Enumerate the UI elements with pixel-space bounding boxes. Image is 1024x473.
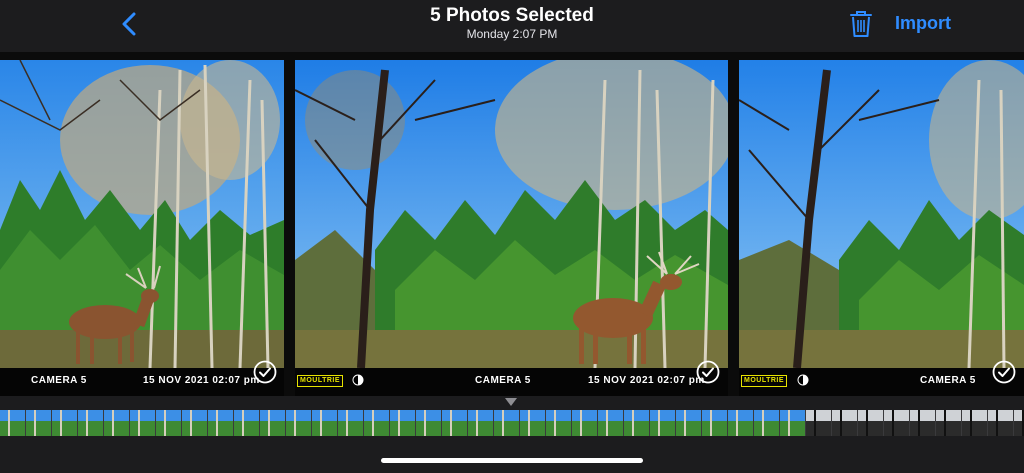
trash-icon[interactable] <box>848 9 874 39</box>
filmstrip-thumbnail <box>234 410 259 436</box>
filmstrip-thumbnail <box>26 410 51 436</box>
photo-card[interactable]: CAMERA 5 15 NOV 2021 02:07 pm <box>0 60 284 396</box>
scrubber-pointer <box>505 398 517 406</box>
filmstrip-thumbnail <box>104 410 129 436</box>
filmstrip-thumbnail <box>390 410 415 436</box>
filmstrip-thumbnail <box>624 410 649 436</box>
moon-phase-icon <box>797 374 809 386</box>
filmstrip-thumbnail <box>286 410 311 436</box>
home-indicator[interactable] <box>381 458 643 463</box>
filmstrip-thumbnail <box>208 410 233 436</box>
photo-info-bar: MOULTRIE CAMERA 5 <box>739 368 1024 396</box>
brand-logo: MOULTRIE <box>297 375 344 387</box>
camera-label: CAMERA 5 <box>920 375 976 386</box>
moon-phase-icon <box>352 374 364 386</box>
filmstrip-thumbnail <box>988 410 1013 436</box>
photo-info-bar: CAMERA 5 15 NOV 2021 02:07 pm <box>0 368 284 396</box>
filmstrip-thumbnail <box>0 410 25 436</box>
filmstrip-thumbnail <box>806 410 831 436</box>
filmstrip-thumbnail <box>858 410 883 436</box>
filmstrip-thumbnail <box>962 410 987 436</box>
filmstrip-thumbnail <box>312 410 337 436</box>
filmstrip-thumbnails <box>0 410 1024 436</box>
brand-logo: MOULTRIE <box>741 375 788 387</box>
filmstrip-thumbnail <box>910 410 935 436</box>
filmstrip-thumbnail <box>1014 410 1024 436</box>
photo-card[interactable]: MOULTRIE CAMERA 5 15 NOV 2021 02:07 pm <box>295 60 728 396</box>
trail-camera-photo <box>295 60 728 368</box>
filmstrip[interactable] <box>0 410 1024 436</box>
photo-timestamp: 15 NOV 2021 02:07 pm <box>143 375 260 386</box>
filmstrip-thumbnail <box>468 410 493 436</box>
filmstrip-thumbnail <box>52 410 77 436</box>
camera-label: CAMERA 5 <box>475 375 531 386</box>
filmstrip-thumbnail <box>702 410 727 436</box>
filmstrip-thumbnail <box>598 410 623 436</box>
filmstrip-thumbnail <box>754 410 779 436</box>
trail-camera-photo <box>0 60 284 368</box>
filmstrip-thumbnail <box>130 410 155 436</box>
photo-timestamp: 15 NOV 2021 02:07 pm <box>588 375 705 386</box>
filmstrip-thumbnail <box>520 410 545 436</box>
checkmark-icon[interactable] <box>696 360 720 384</box>
filmstrip-thumbnail <box>832 410 857 436</box>
filmstrip-thumbnail <box>364 410 389 436</box>
filmstrip-thumbnail <box>676 410 701 436</box>
photo-viewer: CAMERA 5 15 NOV 2021 02:07 pm MOULTRIE C… <box>0 52 1024 396</box>
filmstrip-thumbnail <box>572 410 597 436</box>
filmstrip-thumbnail <box>494 410 519 436</box>
photo-card[interactable]: MOULTRIE CAMERA 5 <box>739 60 1024 396</box>
filmstrip-thumbnail <box>338 410 363 436</box>
import-button[interactable]: Import <box>895 13 951 34</box>
filmstrip-thumbnail <box>546 410 571 436</box>
filmstrip-thumbnail <box>884 410 909 436</box>
filmstrip-thumbnail <box>936 410 961 436</box>
filmstrip-thumbnail <box>728 410 753 436</box>
checkmark-icon[interactable] <box>253 360 277 384</box>
photo-info-bar: MOULTRIE CAMERA 5 15 NOV 2021 02:07 pm <box>295 368 728 396</box>
filmstrip-thumbnail <box>416 410 441 436</box>
filmstrip-thumbnail <box>260 410 285 436</box>
camera-label: CAMERA 5 <box>31 375 87 386</box>
filmstrip-thumbnail <box>650 410 675 436</box>
filmstrip-thumbnail <box>182 410 207 436</box>
filmstrip-thumbnail <box>156 410 181 436</box>
navigation-bar: 5 Photos Selected Monday 2:07 PM Import <box>0 0 1024 52</box>
checkmark-icon[interactable] <box>992 360 1016 384</box>
filmstrip-thumbnail <box>780 410 805 436</box>
filmstrip-thumbnail <box>78 410 103 436</box>
filmstrip-thumbnail <box>442 410 467 436</box>
trail-camera-photo <box>739 60 1024 368</box>
